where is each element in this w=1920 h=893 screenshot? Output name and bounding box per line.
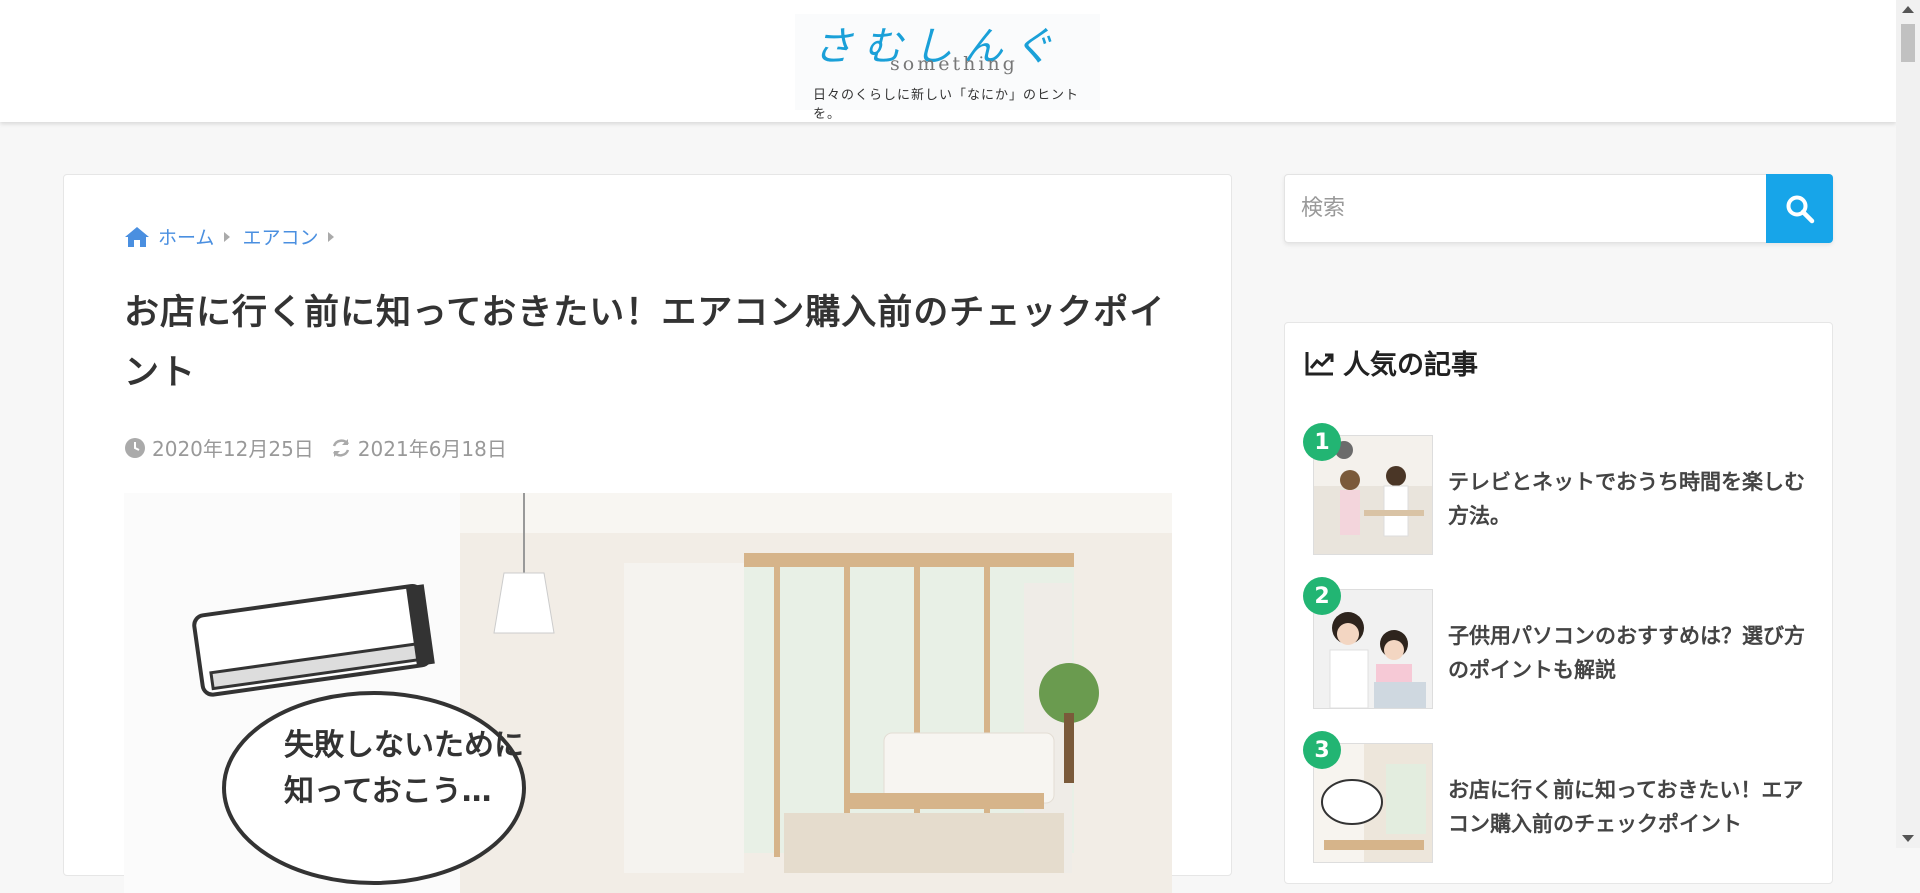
- logo-tagline: 日々のくらしに新しい「なにか」のヒントを。: [813, 88, 1080, 122]
- popular-item-title[interactable]: 子供用パソコンのおすすめは？選び方のポイントも解説: [1448, 619, 1818, 687]
- eyecatch-text-line2: 知っておこう…: [284, 774, 492, 809]
- home-icon[interactable]: [124, 226, 150, 248]
- popular-item[interactable]: 2 子供用パソコンのおすすめは？選び方のポイントも解説: [1303, 577, 1813, 709]
- site-logo[interactable]: さむしんぐ something 日々のくらしに新しい「なにか」のヒントを。: [795, 14, 1100, 122]
- breadcrumb-separator-icon: [328, 231, 335, 242]
- popular-item-title[interactable]: お店に行く前に知っておきたい！エアコン購入前のチェックポイント: [1448, 773, 1818, 841]
- search-button[interactable]: [1766, 174, 1833, 243]
- popular-item[interactable]: 1 テレビとネットでおうち時間を楽しむ方法。: [1303, 423, 1813, 555]
- published-date: 2020年12月25日: [152, 437, 314, 461]
- scrollbar-thumb[interactable]: [1901, 24, 1915, 62]
- search-box: [1284, 174, 1833, 243]
- rank-badge: 1: [1303, 423, 1341, 461]
- popular-item[interactable]: 3 お店に行く前に知っておきたい！エアコン購入前のチェックポイント: [1303, 731, 1813, 863]
- search-icon: [1786, 195, 1814, 223]
- breadcrumb-separator-icon: [224, 231, 231, 242]
- popular-item-title[interactable]: テレビとネットでおうち時間を楽しむ方法。: [1448, 465, 1818, 533]
- breadcrumb: ホーム エアコン: [124, 223, 346, 250]
- search-input[interactable]: [1285, 175, 1755, 242]
- popular-heading: 人気の記事: [1305, 343, 1478, 382]
- page-scrollbar[interactable]: [1896, 0, 1920, 848]
- popular-heading-label: 人気の記事: [1343, 350, 1478, 381]
- article-card: ホーム エアコン お店に行く前に知っておきたい！エアコン購入前のチェックポイント…: [63, 174, 1232, 893]
- rank-badge: 2: [1303, 577, 1341, 615]
- updated-date: 2021年6月18日: [357, 437, 507, 461]
- rank-badge: 3: [1303, 731, 1341, 769]
- breadcrumb-category[interactable]: エアコン: [242, 223, 318, 250]
- eyecatch-text-line1: 失敗しないために: [284, 728, 524, 763]
- article-eyecatch-image: 失敗しないために 知っておこう…: [124, 493, 1172, 893]
- logo-subtitle: something: [890, 53, 1018, 75]
- chart-line-icon: [1305, 351, 1334, 375]
- refresh-icon: [332, 438, 349, 457]
- popular-articles-widget: 人気の記事 1 テレビとネットでおうち時間を楽しむ方法。 2 子供用パソコンのお…: [1284, 322, 1833, 884]
- scroll-down-arrow-icon[interactable]: [1902, 835, 1914, 842]
- site-header: さむしんぐ something 日々のくらしに新しい「なにか」のヒントを。: [0, 0, 1896, 122]
- breadcrumb-home[interactable]: ホーム: [158, 223, 214, 250]
- article-title: お店に行く前に知っておきたい！エアコン購入前のチェックポイント: [124, 293, 1166, 393]
- article-dates: 2020年12月25日 2021年6月18日: [124, 433, 507, 462]
- clock-icon: [125, 437, 145, 458]
- scroll-up-arrow-icon[interactable]: [1902, 6, 1914, 13]
